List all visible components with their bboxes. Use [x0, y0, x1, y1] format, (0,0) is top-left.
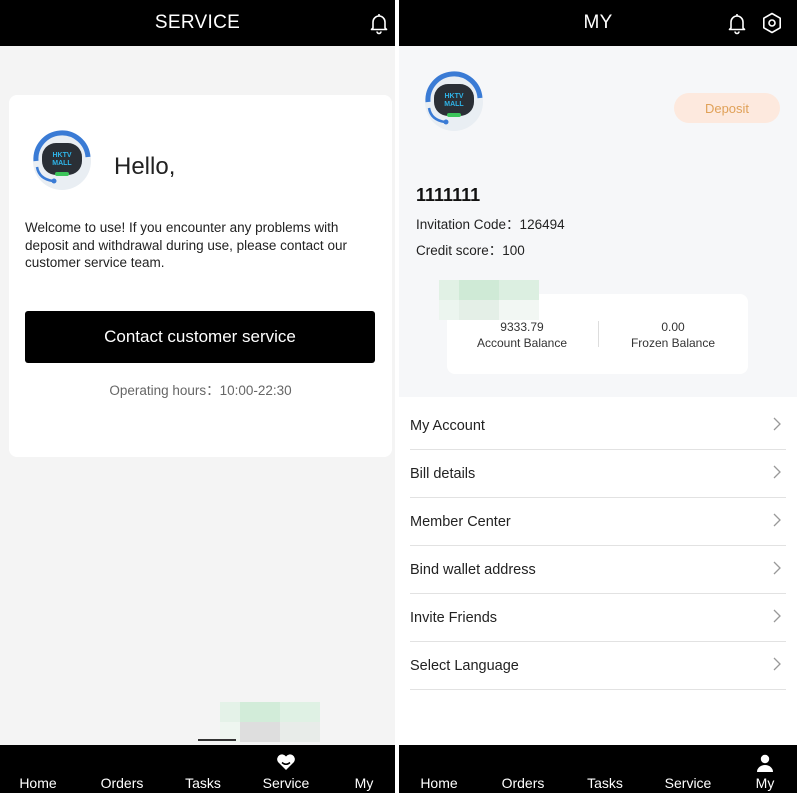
operating-hours: Operating hours：10:00-22:30 [109, 383, 292, 398]
menu-item-select-language[interactable]: Select Language [410, 642, 786, 690]
logo-text-top: HKTV [444, 93, 463, 100]
menu-item-label: Select Language [410, 657, 519, 674]
tab-my[interactable]: My [350, 775, 378, 791]
menu-item-bill-details[interactable]: Bill details [410, 450, 786, 498]
menu-item-label: My Account [410, 417, 485, 434]
tab-service[interactable]: Service [258, 775, 314, 791]
contact-customer-service-button[interactable]: Contact customer service [25, 311, 375, 363]
frozen-balance-value: 0.00 [661, 320, 685, 334]
menu-item-label: Invite Friends [410, 609, 498, 626]
credit-score: Credit score：100 [416, 243, 525, 258]
tab-home[interactable]: Home [18, 775, 58, 791]
page-title: MY [583, 12, 613, 33]
chevron-right-icon [773, 465, 781, 479]
tab-service[interactable]: Service [660, 775, 716, 791]
profile-section: HKTV MALL Deposit 1111111 Invitation Cod… [399, 46, 797, 397]
menu-item-invite-friends[interactable]: Invite Friends [410, 594, 786, 642]
blurred-region [439, 280, 539, 320]
service-header: SERVICE [0, 0, 395, 46]
chevron-right-icon [773, 417, 781, 431]
frozen-balance[interactable]: 0.00 Frozen Balance [598, 319, 748, 351]
avatar: HKTV MALL [425, 71, 483, 131]
bottom-tab-bar: Home Orders Tasks Service My [0, 745, 395, 793]
service-card: HKTV MALL Hello, Welcome to use! If you … [9, 95, 392, 457]
bottom-tab-bar: Home Orders Tasks Service My [399, 745, 797, 793]
my-header: MY [399, 0, 797, 46]
tab-orders[interactable]: Orders [96, 775, 148, 791]
chevron-right-icon [773, 609, 781, 623]
gear-icon[interactable] [760, 11, 784, 35]
username: 1111111 [416, 185, 481, 205]
home-indicator [198, 739, 236, 741]
bell-icon[interactable] [725, 11, 749, 35]
blurred-region [220, 702, 320, 742]
menu-item-bind-wallet[interactable]: Bind wallet address [410, 546, 786, 594]
chevron-right-icon [773, 561, 781, 575]
menu-item-my-account[interactable]: My Account [410, 402, 786, 450]
menu-item-label: Bind wallet address [410, 561, 536, 578]
avatar: HKTV MALL [33, 130, 91, 190]
welcome-message: Welcome to use! If you encounter any pro… [25, 220, 347, 270]
tab-my[interactable]: My [751, 775, 779, 791]
heart-icon [277, 754, 295, 770]
tab-tasks[interactable]: Tasks [585, 775, 625, 791]
logo-text-top: HKTV [52, 152, 71, 159]
bell-icon[interactable] [367, 11, 391, 35]
menu-list: My Account Bill details Member Center Bi… [410, 402, 786, 690]
greeting: Hello, [114, 153, 176, 180]
my-screen: MY HKTV MALL Deposit 1111111 Invitation … [399, 0, 797, 793]
menu-item-member-center[interactable]: Member Center [410, 498, 786, 546]
account-balance-value: 9333.79 [500, 320, 544, 334]
frozen-balance-label: Frozen Balance [630, 336, 716, 350]
menu-item-label: Member Center [410, 513, 511, 530]
user-icon [757, 754, 773, 772]
chevron-right-icon [773, 513, 781, 527]
logo-text-bottom: MALL [52, 160, 72, 167]
tab-tasks[interactable]: Tasks [183, 775, 223, 791]
menu-item-label: Bill details [410, 465, 476, 482]
logo-text-bottom: MALL [444, 101, 464, 108]
tab-orders[interactable]: Orders [497, 775, 549, 791]
account-balance-label: Account Balance [476, 336, 568, 350]
account-balance[interactable]: 9333.79 Account Balance [447, 319, 597, 351]
tab-home[interactable]: Home [419, 775, 459, 791]
invitation-code: Invitation Code：126494 [416, 217, 565, 232]
chevron-right-icon [773, 657, 781, 671]
service-screen: SERVICE HKTV MALL Hello, Welcome to use!… [0, 0, 395, 793]
deposit-button[interactable]: Deposit [674, 93, 780, 123]
page-title: SERVICE [154, 12, 241, 33]
